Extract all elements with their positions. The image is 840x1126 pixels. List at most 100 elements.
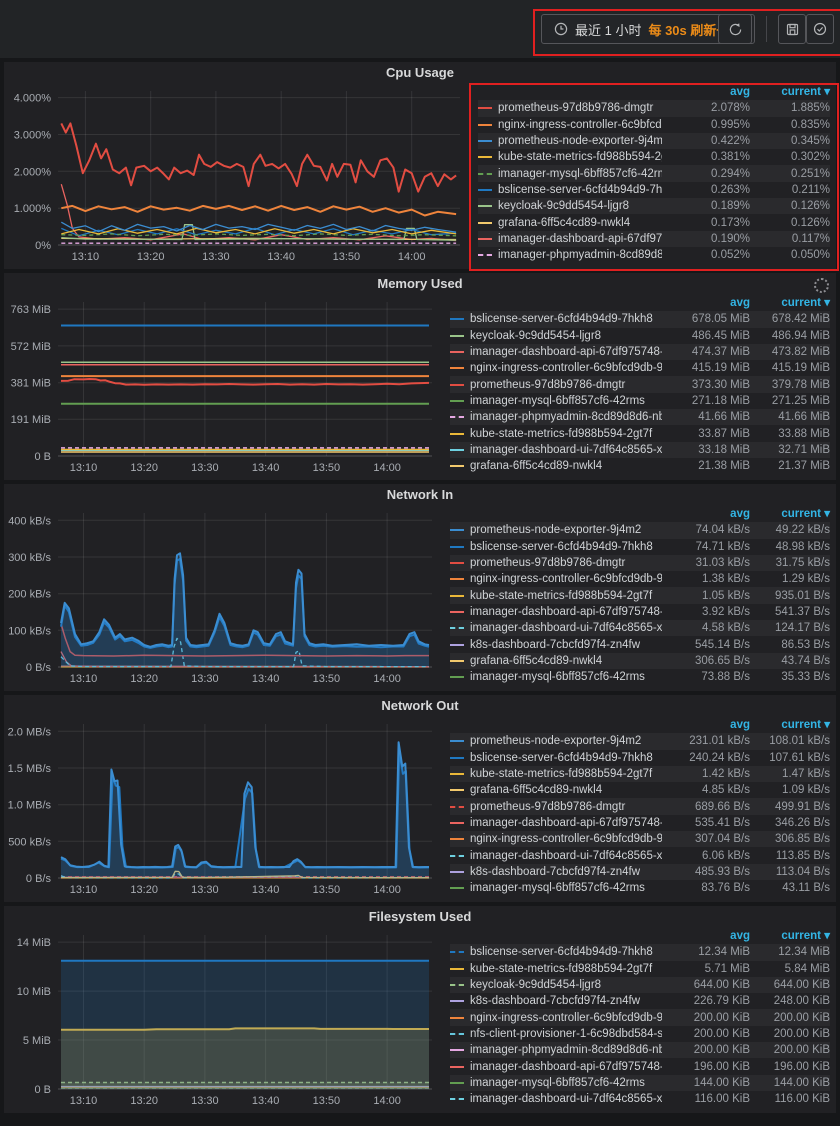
panel-title[interactable]: Network In <box>4 484 836 505</box>
legend-sort-avg[interactable]: avg <box>662 717 750 733</box>
legend-series-name[interactable]: imanager-dashboard-api-67df975748-kvh6x <box>470 1059 662 1075</box>
legend-series-name[interactable]: imanager-mysql-6bff857cf6-42rms <box>470 393 662 409</box>
legend-series-name[interactable]: imanager-dashboard-ui-7df64c8565-xqqlt <box>470 442 662 458</box>
legend-row[interactable]: keycloak-9c9dd5454-ljgr80.189%0.126% <box>478 198 830 214</box>
legend-row[interactable]: grafana-6ff5c4cd89-nwkl4306.65 B/s43.74 … <box>450 653 830 669</box>
legend-row[interactable]: imanager-phpmyadmin-8cd89d8d6-nb25q41.66… <box>450 409 830 425</box>
memory-used-chart[interactable]: 763 MiB572 MiB381 MiB191 MiB0 B13:1013:2… <box>4 294 438 478</box>
legend-series-name[interactable]: nginx-ingress-controller-6c9bfcd9db-9rfq… <box>470 571 662 587</box>
legend-series-name[interactable]: nginx-ingress-controller-6c9bfcd9db-9rfq… <box>470 1010 662 1026</box>
legend-row[interactable]: kube-state-metrics-fd988b594-2gt7f33.87 … <box>450 425 830 441</box>
legend-row[interactable]: bslicense-server-6cfd4b94d9-7hkh812.34 M… <box>450 944 830 960</box>
legend-series-name[interactable]: kube-state-metrics-fd988b594-2gt7f <box>470 426 662 442</box>
legend-series-name[interactable]: k8s-dashboard-7cbcfd97f4-zn4fw <box>470 993 662 1009</box>
legend-row[interactable]: prometheus-97d8b9786-dmgtr2.078%1.885% <box>478 100 830 116</box>
legend-series-name[interactable]: nfs-client-provisioner-1-6c98dbd584-skrb… <box>470 1026 662 1042</box>
legend-series-name[interactable]: bslicense-server-6cfd4b94d9-7hkh8 <box>470 311 662 327</box>
legend-series-name[interactable]: imanager-phpmyadmin-8cd89d8d6-nb25q <box>498 247 662 263</box>
legend-row[interactable]: imanager-dashboard-ui-7df64c8565-xqqlt6.… <box>450 847 830 863</box>
legend-series-name[interactable]: grafana-6ff5c4cd89-nwkl4 <box>470 458 662 474</box>
legend-row[interactable]: imanager-dashboard-ui-7df64c8565-xqqlt33… <box>450 442 830 458</box>
legend-row[interactable]: grafana-6ff5c4cd89-nwkl40.173%0.126% <box>478 214 830 230</box>
legend-sort-avg[interactable]: avg <box>662 928 750 944</box>
legend-row[interactable]: imanager-mysql-6bff857cf6-42rms144.00 Ki… <box>450 1075 830 1091</box>
legend-row[interactable]: prometheus-97d8b9786-dmgtr373.30 MiB379.… <box>450 376 830 392</box>
legend-series-name[interactable]: kube-state-metrics-fd988b594-2gt7f <box>498 149 662 165</box>
legend-row[interactable]: imanager-mysql-6bff857cf6-42rms73.88 B/s… <box>450 669 830 685</box>
legend-series-name[interactable]: imanager-dashboard-api-67df975748-kvh6x <box>470 344 662 360</box>
legend-row[interactable]: grafana-6ff5c4cd89-nwkl44.85 kB/s1.09 kB… <box>450 782 830 798</box>
legend-row[interactable]: prometheus-node-exporter-9j4m20.422%0.34… <box>478 133 830 149</box>
legend-sort-avg[interactable]: avg <box>662 84 750 100</box>
legend-row[interactable]: keycloak-9c9dd5454-ljgr8644.00 KiB644.00… <box>450 977 830 993</box>
legend-row[interactable]: bslicense-server-6cfd4b94d9-7hkh8678.05 … <box>450 311 830 327</box>
panel-title[interactable]: Filesystem Used <box>4 906 836 927</box>
cpu-usage-chart[interactable]: 4.000%3.000%2.000%1.000%0%13:1013:2013:3… <box>4 83 466 267</box>
legend-sort-current[interactable]: current ▾ <box>750 928 830 944</box>
apply-button[interactable] <box>806 14 834 44</box>
panel-title[interactable]: Memory Used <box>4 273 836 294</box>
legend-sort-current[interactable]: current ▾ <box>750 84 830 100</box>
legend-sort-avg[interactable]: avg <box>662 506 750 522</box>
legend-row[interactable]: kube-state-metrics-fd988b594-2gt7f0.381%… <box>478 149 830 165</box>
legend-row[interactable]: imanager-dashboard-ui-7df64c8565-xqqlt4.… <box>450 620 830 636</box>
legend-series-name[interactable]: kube-state-metrics-fd988b594-2gt7f <box>470 961 662 977</box>
legend-series-name[interactable]: imanager-phpmyadmin-8cd89d8d6-nb25q <box>470 1042 662 1058</box>
legend-row[interactable]: bslicense-server-6cfd4b94d9-7hkh874.71 k… <box>450 539 830 555</box>
panel-title[interactable]: Network Out <box>4 695 836 716</box>
network-in-chart[interactable]: 400 kB/s300 kB/s200 kB/s100 kB/s0 B/s13:… <box>4 505 438 689</box>
legend-row[interactable]: keycloak-9c9dd5454-ljgr8486.45 MiB486.94… <box>450 328 830 344</box>
legend-row[interactable]: nginx-ingress-controller-6c9bfcd9db-9rfq… <box>450 1009 830 1025</box>
legend-series-name[interactable]: bslicense-server-6cfd4b94d9-7hkh8 <box>470 944 662 960</box>
legend-row[interactable]: imanager-dashboard-api-67df975748-kvh6x0… <box>478 231 830 247</box>
legend-series-name[interactable]: imanager-mysql-6bff857cf6-42rms <box>498 166 662 182</box>
legend-row[interactable]: imanager-dashboard-api-67df975748-kvh6x4… <box>450 344 830 360</box>
legend-series-name[interactable]: nginx-ingress-controller-6c9bfcd9db-9rfq… <box>470 831 662 847</box>
legend-series-name[interactable]: grafana-6ff5c4cd89-nwkl4 <box>498 215 662 231</box>
legend-row[interactable]: imanager-dashboard-ui-7df64c8565-xqqlt11… <box>450 1091 830 1107</box>
legend-row[interactable]: imanager-dashboard-api-67df975748-kvh6x3… <box>450 604 830 620</box>
legend-row[interactable]: prometheus-node-exporter-9j4m2231.01 kB/… <box>450 733 830 749</box>
legend-series-name[interactable]: prometheus-node-exporter-9j4m2 <box>498 133 662 149</box>
legend-row[interactable]: grafana-6ff5c4cd89-nwkl421.38 MiB21.37 M… <box>450 458 830 474</box>
legend-series-name[interactable]: bslicense-server-6cfd4b94d9-7hkh8 <box>498 182 662 198</box>
legend-row[interactable]: prometheus-node-exporter-9j4m274.04 kB/s… <box>450 522 830 538</box>
legend-series-name[interactable]: prometheus-97d8b9786-dmgtr <box>470 799 662 815</box>
legend-series-name[interactable]: imanager-dashboard-api-67df975748-kvh6x <box>470 815 662 831</box>
save-button[interactable] <box>778 14 806 44</box>
legend-series-name[interactable]: imanager-phpmyadmin-8cd89d8d6-nb25q <box>470 409 662 425</box>
legend-series-name[interactable]: prometheus-node-exporter-9j4m2 <box>470 733 662 749</box>
filesystem-used-chart[interactable]: 14 MiB10 MiB5 MiB0 B13:1013:2013:3013:40… <box>4 927 438 1111</box>
legend-row[interactable]: nginx-ingress-controller-6c9bfcd9db-9rfq… <box>478 117 830 133</box>
legend-row[interactable]: imanager-dashboard-api-67df975748-kvh6x1… <box>450 1058 830 1074</box>
legend-row[interactable]: nfs-client-provisioner-1-6c98dbd584-skrb… <box>450 1026 830 1042</box>
legend-series-name[interactable]: imanager-mysql-6bff857cf6-42rms <box>470 880 662 896</box>
legend-series-name[interactable]: kube-state-metrics-fd988b594-2gt7f <box>470 588 662 604</box>
legend-series-name[interactable]: prometheus-97d8b9786-dmgtr <box>470 377 662 393</box>
legend-row[interactable]: imanager-mysql-6bff857cf6-42rms83.76 B/s… <box>450 880 830 896</box>
legend-row[interactable]: nginx-ingress-controller-6c9bfcd9db-9rfq… <box>450 571 830 587</box>
legend-row[interactable]: imanager-phpmyadmin-8cd89d8d6-nb25q200.0… <box>450 1042 830 1058</box>
legend-series-name[interactable]: imanager-dashboard-api-67df975748-kvh6x <box>498 231 662 247</box>
legend-series-name[interactable]: nginx-ingress-controller-6c9bfcd9db-9rfq… <box>498 117 662 133</box>
legend-sort-current[interactable]: current ▾ <box>750 295 830 311</box>
legend-series-name[interactable]: prometheus-97d8b9786-dmgtr <box>470 555 662 571</box>
legend-sort-avg[interactable]: avg <box>662 295 750 311</box>
legend-row[interactable]: bslicense-server-6cfd4b94d9-7hkh8240.24 … <box>450 750 830 766</box>
panel-title[interactable]: Cpu Usage <box>4 62 836 83</box>
legend-series-name[interactable]: imanager-dashboard-ui-7df64c8565-xqqlt <box>470 1091 662 1107</box>
legend-row[interactable]: imanager-phpmyadmin-8cd89d8d6-nb25q0.052… <box>478 247 830 263</box>
legend-row[interactable]: imanager-mysql-6bff857cf6-42rms0.294%0.2… <box>478 165 830 181</box>
legend-row[interactable]: imanager-dashboard-api-67df975748-kvh6x5… <box>450 815 830 831</box>
legend-row[interactable]: nginx-ingress-controller-6c9bfcd9db-9rfq… <box>450 360 830 376</box>
legend-series-name[interactable]: grafana-6ff5c4cd89-nwkl4 <box>470 782 662 798</box>
legend-row[interactable]: prometheus-97d8b9786-dmgtr31.03 kB/s31.7… <box>450 555 830 571</box>
legend-series-name[interactable]: nginx-ingress-controller-6c9bfcd9db-9rfq… <box>470 360 662 376</box>
legend-series-name[interactable]: bslicense-server-6cfd4b94d9-7hkh8 <box>470 750 662 766</box>
legend-series-name[interactable]: k8s-dashboard-7cbcfd97f4-zn4fw <box>470 637 662 653</box>
legend-series-name[interactable]: imanager-dashboard-ui-7df64c8565-xqqlt <box>470 620 662 636</box>
legend-series-name[interactable]: k8s-dashboard-7cbcfd97f4-zn4fw <box>470 864 662 880</box>
legend-series-name[interactable]: imanager-dashboard-api-67df975748-kvh6x <box>470 604 662 620</box>
legend-series-name[interactable]: imanager-mysql-6bff857cf6-42rms <box>470 1075 662 1091</box>
legend-sort-current[interactable]: current ▾ <box>750 506 830 522</box>
